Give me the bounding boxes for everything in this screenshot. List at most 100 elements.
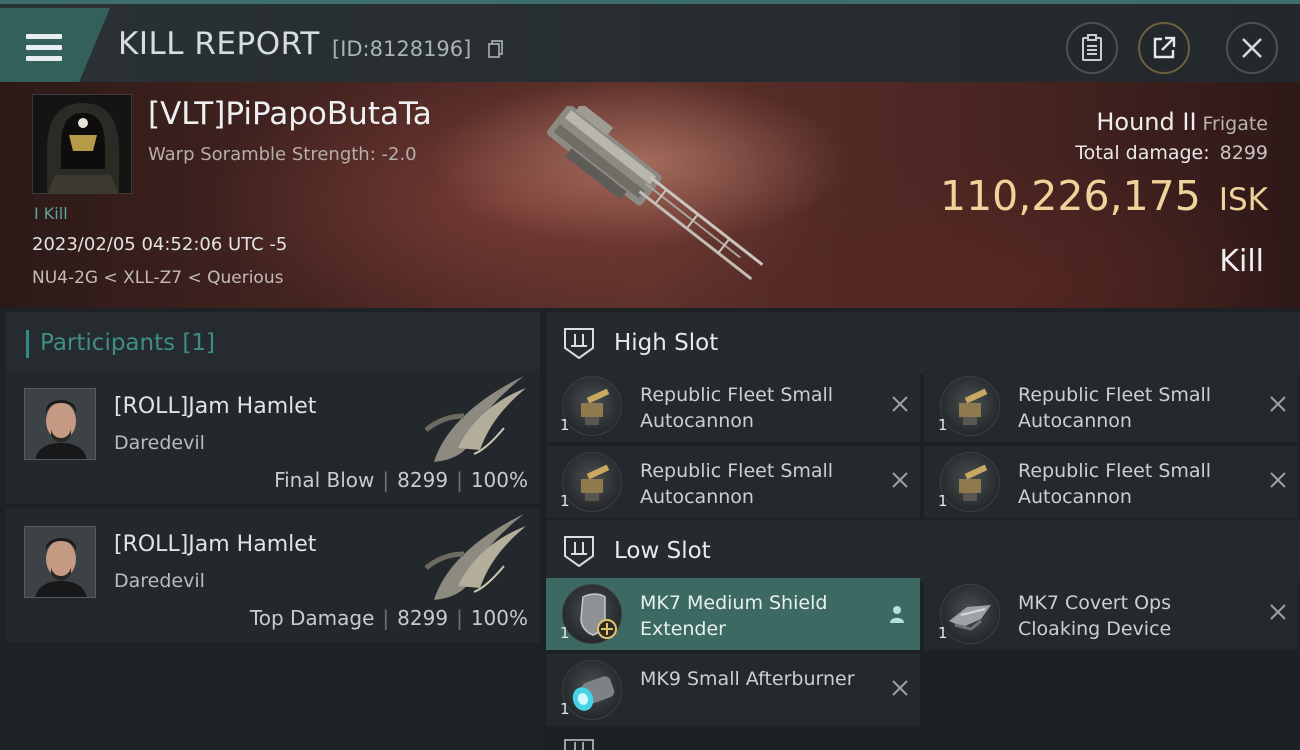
victim-ship-name: Hound II bbox=[1096, 108, 1197, 136]
destroyed-x-icon bbox=[892, 680, 908, 696]
avatar bbox=[24, 526, 96, 598]
victim-summary: [VLT]PiPapoButaTa Warp Soramble Strength… bbox=[0, 82, 1300, 308]
module-item[interactable]: 1 MK7 Medium Shield Extender bbox=[546, 578, 920, 650]
module-name: Republic Fleet Small Autocannon bbox=[1018, 384, 1212, 432]
victim-ship-class: Frigate bbox=[1202, 113, 1268, 135]
module-name: Republic Fleet Small Autocannon bbox=[1018, 460, 1212, 508]
participant-role: Top Damage bbox=[249, 606, 375, 630]
isk-value: 110,226,175 bbox=[940, 172, 1201, 220]
participants-count: [1] bbox=[182, 330, 216, 356]
module-quantity: 1 bbox=[560, 700, 570, 718]
module-item[interactable]: 1 Republic Fleet Small Autocannon bbox=[924, 446, 1298, 518]
destroyed-x-icon bbox=[1270, 472, 1286, 488]
module-item[interactable]: 1 Republic Fleet Small Autocannon bbox=[924, 370, 1298, 442]
result-label: Kill bbox=[1219, 244, 1264, 279]
module-item[interactable]: 1 MK7 Covert Ops Cloaking Device bbox=[924, 578, 1298, 650]
module-item[interactable]: 1 Republic Fleet Small Autocannon bbox=[546, 370, 920, 442]
participant-row[interactable]: [ROLL]Jam Hamlet Daredevil Final Blow | 82… bbox=[6, 370, 540, 504]
title-bar: KILL REPORT [ID:8128196] bbox=[0, 0, 1300, 82]
warp-scramble-strength: Warp Soramble Strength: -2.0 bbox=[148, 144, 417, 165]
low-slot-label: Low Slot bbox=[614, 538, 711, 564]
module-quantity: 1 bbox=[938, 416, 948, 434]
autocannon-icon bbox=[562, 452, 622, 512]
dropped-person-icon bbox=[890, 606, 904, 623]
participants-title: Participants [1] bbox=[40, 330, 215, 356]
section-marker bbox=[26, 330, 29, 358]
participant-ship: Daredevil bbox=[114, 432, 205, 454]
module-name: Republic Fleet Small Autocannon bbox=[640, 460, 834, 508]
module-quantity: 1 bbox=[560, 416, 570, 434]
high-slot-header: High Slot bbox=[546, 312, 1300, 374]
participants-header[interactable]: Participants [1] bbox=[6, 312, 540, 374]
high-slot-label: High Slot bbox=[614, 330, 719, 356]
victim-ship-render[interactable] bbox=[520, 106, 790, 286]
kill-count-tag: I Kill bbox=[34, 204, 68, 223]
autocannon-icon bbox=[940, 452, 1000, 512]
participant-ship-render bbox=[424, 376, 526, 462]
participant-ship: Daredevil bbox=[114, 570, 205, 592]
kill-datetime: 2023/02/05 04:52:06 UTC -5 bbox=[32, 234, 288, 255]
module-name: Republic Fleet Small Autocannon bbox=[640, 384, 834, 432]
module-item[interactable]: 1 Republic Fleet Small Autocannon bbox=[546, 446, 920, 518]
isk-value-line: 110,226,175 ISK bbox=[940, 172, 1268, 220]
menu-button[interactable] bbox=[0, 8, 110, 82]
destroyed-x-icon bbox=[892, 396, 908, 412]
hamburger-menu-icon bbox=[26, 34, 62, 62]
kill-location[interactable]: NU4-2G < XLL-Z7 < Querious bbox=[32, 268, 283, 288]
avatar bbox=[24, 388, 96, 460]
report-id: [ID:8128196] bbox=[332, 37, 472, 61]
module-quantity: 1 bbox=[938, 492, 948, 510]
participant-stats: Final Blow | 8299 | 100% bbox=[274, 468, 528, 492]
victim-pilot-name[interactable]: [VLT]PiPapoButaTa bbox=[148, 96, 432, 132]
total-damage-label: Total damage: bbox=[1075, 142, 1210, 164]
pilot-helmet-icon bbox=[33, 95, 131, 193]
destroyed-x-icon bbox=[1270, 604, 1286, 620]
participant-row[interactable]: [ROLL]Jam Hamlet Daredevil Top Damage | 82… bbox=[6, 508, 540, 642]
module-name: MK7 Medium Shield Extender bbox=[640, 592, 828, 640]
total-damage-value: 8299 bbox=[1219, 142, 1268, 164]
fitting-panel: High Slot 1 Republic Fleet Small Autocan… bbox=[540, 308, 1300, 750]
cloaking-device-icon bbox=[940, 584, 1000, 644]
copy-icon[interactable] bbox=[488, 40, 504, 58]
participants-panel: Participants [1] [ROLL]Jam Hamlet Darede… bbox=[0, 308, 540, 750]
low-slot-header: Low Slot bbox=[546, 520, 1300, 582]
participant-percent: 100% bbox=[470, 606, 528, 630]
share-icon bbox=[1153, 36, 1176, 59]
participant-percent: 100% bbox=[470, 468, 528, 492]
destroyed-x-icon bbox=[892, 472, 908, 488]
shield-extender-icon bbox=[562, 584, 622, 644]
close-button[interactable] bbox=[1226, 22, 1278, 74]
isk-unit: ISK bbox=[1218, 182, 1268, 218]
share-button[interactable] bbox=[1138, 22, 1190, 74]
module-name: MK9 Small Afterburner bbox=[640, 668, 855, 690]
afterburner-icon bbox=[562, 660, 622, 720]
destroyed-x-icon bbox=[1270, 396, 1286, 412]
pilot-face-icon bbox=[25, 389, 95, 459]
participant-name: [ROLL]Jam Hamlet bbox=[114, 532, 317, 557]
participant-name: [ROLL]Jam Hamlet bbox=[114, 394, 317, 419]
page-title: KILL REPORT bbox=[118, 26, 320, 62]
pilot-face-icon bbox=[25, 527, 95, 597]
next-slot-icon bbox=[564, 739, 594, 750]
module-quantity: 1 bbox=[560, 624, 570, 642]
victim-ship-line[interactable]: Hound II Frigate bbox=[1096, 108, 1268, 136]
close-icon bbox=[1242, 38, 1262, 58]
participants-label: Participants bbox=[40, 330, 176, 356]
participant-stats: Top Damage | 8299 | 100% bbox=[249, 606, 528, 630]
module-item[interactable]: 1 MK9 Small Afterburner bbox=[546, 654, 920, 726]
participant-damage: 8299 bbox=[397, 606, 449, 630]
participant-damage: 8299 bbox=[397, 468, 449, 492]
low-slot-icon bbox=[564, 536, 594, 568]
participant-role: Final Blow bbox=[274, 468, 375, 492]
total-damage-line: Total damage: 8299 bbox=[1075, 142, 1268, 164]
participant-ship-render bbox=[424, 514, 526, 600]
autocannon-icon bbox=[940, 376, 1000, 436]
autocannon-icon bbox=[562, 376, 622, 436]
high-slot-icon bbox=[564, 328, 594, 360]
module-quantity: 1 bbox=[938, 624, 948, 642]
module-quantity: 1 bbox=[560, 492, 570, 510]
victim-portrait[interactable] bbox=[32, 94, 132, 194]
module-name: MK7 Covert Ops Cloaking Device bbox=[1018, 592, 1172, 640]
clipboard-icon bbox=[1082, 34, 1102, 61]
clipboard-button[interactable] bbox=[1066, 22, 1118, 74]
